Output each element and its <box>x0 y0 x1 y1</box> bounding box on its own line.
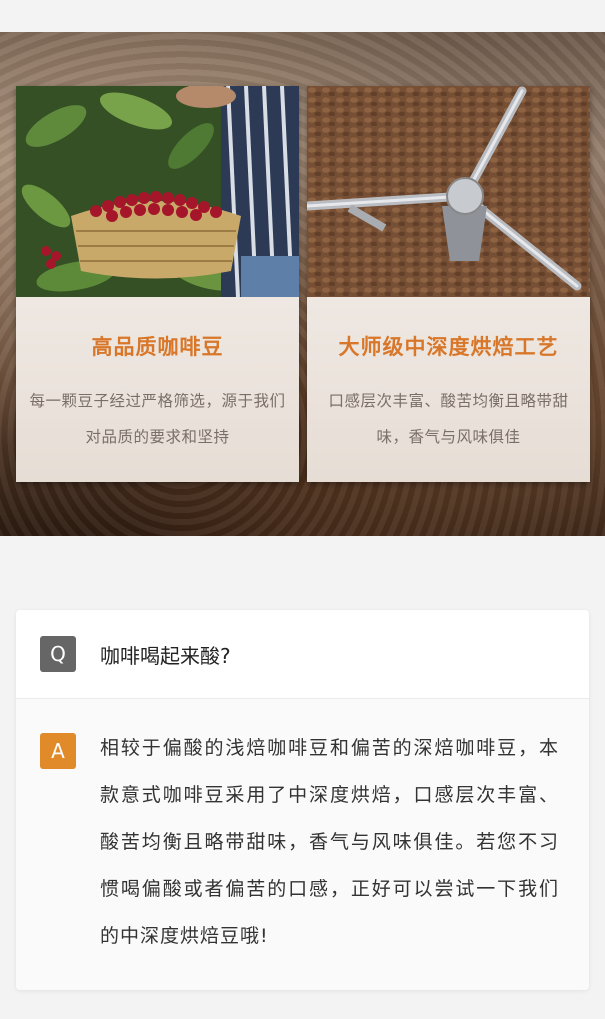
feature-card-body: 大师级中深度烘焙工艺 口感层次丰富、酸苦均衡且略带甜味，香气与风味俱佳 <box>307 297 590 482</box>
top-spacer <box>0 0 605 32</box>
question-badge: Q <box>40 636 76 672</box>
faq-answer-row: A 相较于偏酸的浅焙咖啡豆和偏苦的深焙咖啡豆，本款意式咖啡豆采用了中深度烘焙，口… <box>16 699 589 990</box>
feature-description: 口感层次丰富、酸苦均衡且略带甜味，香气与风味俱佳 <box>328 392 569 446</box>
answer-badge: A <box>40 733 76 769</box>
feature-banner: 高品质咖啡豆 每一颗豆子经过严格筛选，源于我们对品质的要求和坚持 大师级中深度烘… <box>0 32 605 536</box>
faq-question-row: Q 咖啡喝起来酸? <box>16 610 589 699</box>
feature-title: 高品质咖啡豆 <box>91 335 224 359</box>
coffee-roaster-photo <box>307 86 590 297</box>
coffee-cherry-harvest-photo <box>16 86 299 297</box>
faq-card: Q 咖啡喝起来酸? A 相较于偏酸的浅焙咖啡豆和偏苦的深焙咖啡豆，本款意式咖啡豆… <box>16 610 589 990</box>
feature-card-quality-beans: 高品质咖啡豆 每一颗豆子经过严格筛选，源于我们对品质的要求和坚持 <box>16 86 299 482</box>
feature-card-body: 高品质咖啡豆 每一颗豆子经过严格筛选，源于我们对品质的要求和坚持 <box>16 297 299 482</box>
faq-question: 咖啡喝起来酸? <box>100 643 231 668</box>
faq-answer: 相较于偏酸的浅焙咖啡豆和偏苦的深焙咖啡豆，本款意式咖啡豆采用了中深度烘焙，口感层… <box>100 737 559 947</box>
feature-description: 每一颗豆子经过严格筛选，源于我们对品质的要求和坚持 <box>29 392 286 446</box>
feature-card-roasting: 大师级中深度烘焙工艺 口感层次丰富、酸苦均衡且略带甜味，香气与风味俱佳 <box>307 86 590 482</box>
feature-title: 大师级中深度烘焙工艺 <box>338 335 559 359</box>
